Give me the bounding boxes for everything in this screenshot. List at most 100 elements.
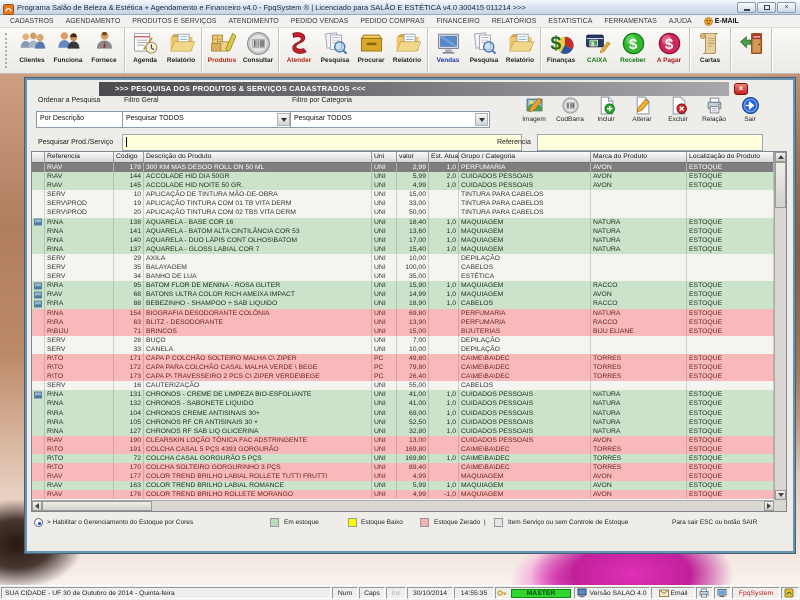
vertical-scrollbar[interactable] <box>774 152 786 500</box>
toolbar-pesquisa-button[interactable]: Pesquisa <box>466 28 502 73</box>
table-row[interactable]: R\NA 154 BIOGRAFIA DESODORANTE COLÔNIA UNI 6… <box>32 308 774 318</box>
menu-item-ferramentas[interactable]: FERRAMENTAS <box>598 15 662 28</box>
category-filter-select[interactable]: Pesquisar TODOS <box>290 111 490 128</box>
toolbar-funciona-button[interactable]: Funciona <box>50 28 86 73</box>
column-header-referencia[interactable]: Referencia <box>45 152 114 163</box>
table-row[interactable]: R\RA 95 BATOM FLOR DE MENINA - ROSA GLITER… <box>32 281 774 291</box>
table-row[interactable]: R\NA 138 AQUARELA - BASE COR 16 UNI 18,40 1,0… <box>32 217 774 227</box>
toolbar-relat-rio-button[interactable]: Relatório <box>502 28 538 73</box>
scroll-right-button[interactable] <box>764 501 774 511</box>
reference-input[interactable] <box>537 134 763 151</box>
color-management-radio[interactable] <box>34 518 43 527</box>
table-row[interactable]: R\TO 173 CAPA P\ TRAVESSEIRO 2 PCS C\ ZIPE… <box>32 372 774 382</box>
table-row[interactable]: SERV\PROD 19 APLICAÇÃO TINTURA COM 01 TB V… <box>32 199 774 209</box>
menu-item-atendimento[interactable]: ATENDIMENTO <box>222 15 284 28</box>
scroll-down-button[interactable] <box>775 490 786 500</box>
toolbar-exit-button[interactable]: EXIT <box>733 28 769 73</box>
toolbar-procurar-button[interactable]: Procurar <box>353 28 389 73</box>
menu-item-pedido-compras[interactable]: PEDIDO COMPRAS <box>354 15 430 28</box>
table-row[interactable]: SERV 10 APLICAÇÃO DE TINTURA MÃO-DE-OBRA UN… <box>32 190 774 200</box>
table-row[interactable]: R\RA 104 CHRONOS CREME ANTISINAIS 30+ UNI 69… <box>32 408 774 418</box>
incluir-button[interactable]: Incluir <box>588 96 624 123</box>
column-header-uni[interactable]: Uni <box>372 152 397 163</box>
menu-item-pedido-vendas[interactable]: PEDIDO VENDAS <box>285 15 355 28</box>
table-row[interactable]: SERV 28 BUÇO UNI 7,00 DEPILAÇÃO <box>32 335 774 345</box>
toolbar-finan-as-button[interactable]: $ Finanças <box>543 28 579 73</box>
menu-item-estatistica[interactable]: ESTATISTICA <box>542 15 598 28</box>
column-header-descri-o-do-produto[interactable]: Descrição do Produto <box>144 152 372 163</box>
table-row[interactable]: R\NA 137 AQUARELA - GLOSS LABIAL COR 7 UNI 1… <box>32 244 774 254</box>
table-row[interactable]: R\BIJU 71 BRINCOS UNI 15,00 BIJUTERIAS BIJU EL… <box>32 326 774 336</box>
column-header-c-digo[interactable]: Código <box>114 152 144 163</box>
table-row[interactable]: R\TO 171 CAPA P COLCHÃO SOLTEIRO MALHA C\ … <box>32 353 774 364</box>
menu-item-agendamento[interactable]: AGENDAMENTO <box>60 15 127 28</box>
table-row[interactable]: R\NA 127 CHRONOS RF SAB LIQ GLICERINA UNI 32… <box>32 426 774 436</box>
table-row[interactable]: R\NA 141 AQUARELA - BATOM ALTA CINTILÂNCIA… <box>32 226 774 236</box>
table-row[interactable]: R\AV 190 CLEARSKIN LOÇÃO TÔNICA FAC ADSTRI… <box>32 435 774 445</box>
imagem-button[interactable]: Imagem <box>516 96 552 123</box>
table-row[interactable]: R\NA 132 CHRONOS - SABONETE LIQUIDO UNI 41,0… <box>32 399 774 409</box>
table-row[interactable]: R\AV 144 ACCOLADE HID DIA 50GR UNI 5,99 2,0 CU… <box>32 172 774 182</box>
rela-o-button[interactable]: Relação <box>696 96 732 123</box>
table-row[interactable]: SERV\PROD 20 APLICAÇÃO TINTURA COM 02 TBS … <box>32 208 774 218</box>
menu-item-ajuda[interactable]: AJUDA <box>663 15 698 28</box>
column-header-marca-do-produto[interactable]: Marca do Produto <box>591 152 687 163</box>
sair-button[interactable]: Sair <box>732 96 768 123</box>
toolbar-caixa-button[interactable]: $ CAIXA <box>579 28 615 73</box>
toolbar-clientes-button[interactable]: Clientes <box>14 28 50 73</box>
menu-item-relat-rios[interactable]: RELATÓRIOS <box>486 15 543 28</box>
table-row[interactable]: R\TO 170 COLCHA SOLTEIRO GORGURINHO 3 PÇS U… <box>32 463 774 473</box>
menu-item-cadastros[interactable]: CADASTROS <box>4 15 60 28</box>
toolbar-fornece-button[interactable]: Fornece <box>86 28 122 73</box>
panel-close-button[interactable]: × <box>734 83 748 95</box>
table-row[interactable]: R\TO 72 COLCHA CASAL GORGURÃO 5 PÇS UNI 169,… <box>32 454 774 464</box>
chevron-down-icon[interactable] <box>277 113 290 126</box>
column-header-localiza-o-do-produto[interactable]: Localização do Produto <box>687 152 774 163</box>
product-search-input[interactable] <box>122 134 522 151</box>
table-row[interactable]: R\RA 105 CHRONOS RF CR ANTISINAIS 30 + UNI 5… <box>32 417 774 427</box>
table-row[interactable]: R\AV 68 BATONS ULTRA COLOR RICH AMEIXA IMP… <box>32 290 774 300</box>
maximize-button[interactable] <box>757 2 776 13</box>
column-header-grupo-categoria[interactable]: Grupo / Categoria <box>459 152 591 163</box>
vertical-scroll-thumb[interactable] <box>775 162 786 208</box>
table-row[interactable]: R\AV 177 COLOR TREND BRILHO LABIAL ROLLETE… <box>32 472 774 482</box>
toolbar-relat-rio-button[interactable]: Relatório <box>389 28 425 73</box>
table-row[interactable]: R\TO 191 COLCHA CASAL 5 PÇS 4393 GORGURÃO U… <box>32 444 774 454</box>
table-row[interactable]: R\TO 172 CAPA PARA COLCHÃO CASAL MALHA VER… <box>32 363 774 373</box>
scroll-up-button[interactable] <box>775 152 786 162</box>
toolbar-agenda-button[interactable]: Agenda <box>127 28 163 73</box>
toolbar-atender-button[interactable]: Atender <box>281 28 317 73</box>
table-row[interactable]: R\RA 88 BEBEZINHO - SHAMPOO + SAB LIQUIDO U… <box>32 299 774 309</box>
chevron-down-icon[interactable] <box>475 113 488 126</box>
toolbar-cartas-button[interactable]: Cartas <box>692 28 728 73</box>
table-row[interactable]: SERV 34 BANHO DE LUA UNI 35,00 ESTÉTICA <box>32 272 774 282</box>
column-header-est-atual[interactable]: Est. Atual <box>429 152 459 163</box>
toolbar-vendas-button[interactable]: Vendas <box>430 28 466 73</box>
horizontal-scrollbar[interactable] <box>32 500 774 511</box>
minimize-button[interactable] <box>737 2 756 13</box>
table-row[interactable]: R\RA 63 BLITZ - DESODORANTE UNI 13,90 PERFUMA… <box>32 317 774 327</box>
table-row[interactable]: R\AV 145 ACCOLADE HID NOITE 50 GR. UNI 4,99 1… <box>32 181 774 191</box>
table-row[interactable]: R\AV 176 COLOR TREND BRILHO ROLLETE MORANG… <box>32 490 774 500</box>
table-row[interactable]: SERV 16 CAUTERIZAÇÃO UNI 55,00 CABELOS <box>32 381 774 391</box>
close-button[interactable]: × <box>777 2 796 13</box>
toolbar-a-pagar-button[interactable]: $ A Pagar <box>651 28 687 73</box>
codbarra-button[interactable]: CodBarra <box>552 96 588 123</box>
horizontal-scroll-thumb[interactable] <box>42 501 152 511</box>
column-header-valor[interactable]: valor <box>397 152 429 163</box>
table-row[interactable]: R\AV 178 300 KM MAS DESOD ROLL ON 50 ML UNI… <box>32 163 774 173</box>
scroll-left-button[interactable] <box>32 501 42 511</box>
alterar-button[interactable]: Alterar <box>624 96 660 123</box>
toolbar-relat-rio-button[interactable]: Relatório <box>163 28 199 73</box>
toolbar-consultar-button[interactable]: Consultar <box>240 28 276 73</box>
table-row[interactable]: SERV 35 BALAYAGEM UNI 100,00 CABELOS <box>32 263 774 273</box>
menu-item-financeiro[interactable]: FINANCEIRO <box>431 15 486 28</box>
menu-item-e-mail[interactable]: E-MAIL <box>698 15 745 28</box>
toolbar-pesquisa-button[interactable]: Pesquisa <box>317 28 353 73</box>
toolbar-receber-button[interactable]: $ Receber <box>615 28 651 73</box>
general-filter-select[interactable]: Pesquisar TODOS <box>122 111 292 128</box>
table-row[interactable]: R\AV 163 COLOR TREND BRILHO LABIAL ROMANCE… <box>32 481 774 491</box>
menu-item-produtos-e-servi-os[interactable]: PRODUTOS E SERVIÇOS <box>126 15 222 28</box>
table-row[interactable]: R\NA 140 AQUARELA - DUO LÁPIS CONT OLHOS\B… <box>32 235 774 245</box>
toolbar-produtos-button[interactable]: Produtos <box>204 28 240 73</box>
